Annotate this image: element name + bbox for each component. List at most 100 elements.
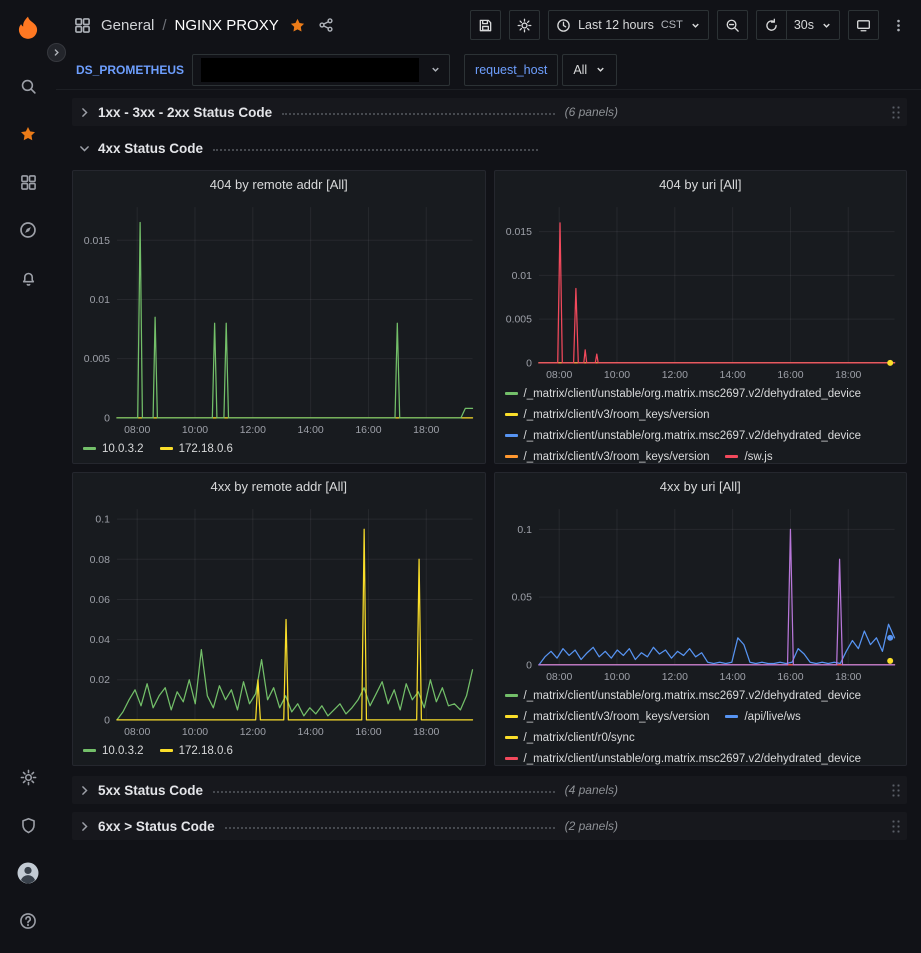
panel-chart[interactable]: 08:0010:0012:0014:0016:0018:0000.020.040… <box>73 499 485 740</box>
refresh-interval-dropdown[interactable]: 30s <box>787 10 840 40</box>
legend-item[interactable]: /_matrix/client/r0/sync <box>505 732 635 744</box>
row-dots-leader <box>282 113 555 115</box>
legend-item[interactable]: 172.18.0.6 <box>160 443 233 455</box>
alerting-bell-icon[interactable] <box>4 254 52 302</box>
panel-header[interactable]: 404 by uri [All] <box>495 171 907 197</box>
panel-legend: /_matrix/client/unstable/org.matrix.msc2… <box>495 685 907 765</box>
legend-label: /_matrix/client/unstable/org.matrix.msc2… <box>524 388 862 400</box>
dashboards-icon[interactable] <box>4 158 52 206</box>
svg-text:0: 0 <box>104 413 110 424</box>
dashboard-canvas: 1xx - 3xx - 2xx Status Code (6 panels) 4… <box>56 90 921 953</box>
legend-item[interactable]: /_matrix/client/unstable/org.matrix.msc2… <box>505 430 862 442</box>
svg-text:08:00: 08:00 <box>124 425 150 436</box>
svg-text:16:00: 16:00 <box>777 672 803 683</box>
dashboard-settings-button[interactable] <box>509 10 540 40</box>
page-title: NGINX PROXY <box>175 17 279 34</box>
panel: 404 by remote addr [All] 08:0010:0012:00… <box>72 170 486 464</box>
svg-text:18:00: 18:00 <box>413 425 439 436</box>
svg-text:18:00: 18:00 <box>413 727 439 738</box>
legend-item[interactable]: /_matrix/client/unstable/org.matrix.msc2… <box>505 753 862 765</box>
legend-item[interactable]: /_matrix/client/unstable/org.matrix.msc2… <box>505 388 862 400</box>
time-range-picker[interactable]: Last 12 hours CST <box>548 10 709 40</box>
row-drag-handle[interactable] <box>891 105 901 120</box>
user-avatar[interactable] <box>4 849 52 897</box>
favorite-star-icon[interactable] <box>287 15 308 36</box>
help-icon[interactable] <box>4 897 52 945</box>
share-icon[interactable] <box>316 15 336 35</box>
svg-text:18:00: 18:00 <box>835 672 861 683</box>
refresh-icon <box>764 18 779 33</box>
main-area: General / NGINX PROXY <box>56 0 921 953</box>
legend-item[interactable]: /_matrix/client/v3/room_keys/version <box>505 409 710 421</box>
svg-text:14:00: 14:00 <box>719 370 745 381</box>
panel-header[interactable]: 4xx by uri [All] <box>495 473 907 499</box>
legend-item[interactable]: 10.0.3.2 <box>83 745 144 757</box>
legend-row: /_matrix/client/unstable/org.matrix.msc2… <box>505 425 897 446</box>
search-icon[interactable] <box>4 62 52 110</box>
row-5xx[interactable]: 5xx Status Code (4 panels) <box>72 776 907 804</box>
legend-label: 10.0.3.2 <box>102 443 144 455</box>
legend-item[interactable]: 10.0.3.2 <box>83 443 144 455</box>
row-4xx[interactable]: 4xx Status Code <box>72 134 907 162</box>
legend-swatch <box>505 434 518 437</box>
svg-text:0.02: 0.02 <box>90 675 111 686</box>
legend-item[interactable]: /_matrix/client/unstable/org.matrix.msc2… <box>505 690 862 702</box>
panel-chart[interactable]: 08:0010:0012:0014:0016:0018:0000.0050.01… <box>495 197 907 383</box>
row-panel-count: (4 panels) <box>565 783 618 797</box>
legend-row: /_matrix/client/v3/room_keys/version/api… <box>505 706 897 727</box>
svg-text:0.01: 0.01 <box>511 271 532 282</box>
explore-compass-icon[interactable] <box>4 206 52 254</box>
panel-header[interactable]: 4xx by remote addr [All] <box>73 473 485 499</box>
settings-gear-icon[interactable] <box>4 753 52 801</box>
cycle-view-mode-button[interactable] <box>848 10 879 40</box>
svg-text:16:00: 16:00 <box>777 370 803 381</box>
svg-text:08:00: 08:00 <box>124 727 150 738</box>
request-host-value: All <box>573 63 587 77</box>
svg-text:0.005: 0.005 <box>84 354 110 365</box>
svg-text:0: 0 <box>526 358 532 369</box>
grafana-logo[interactable] <box>4 6 52 50</box>
row-6xx[interactable]: 6xx > Status Code (2 panels) <box>72 812 907 840</box>
refresh-group: 30s <box>756 10 840 40</box>
zoom-out-icon <box>725 18 740 33</box>
panel-chart[interactable]: 08:0010:0012:0014:0016:0018:0000.0050.01… <box>73 197 485 438</box>
zoom-out-button[interactable] <box>717 10 748 40</box>
row-1xx-3xx-2xx[interactable]: 1xx - 3xx - 2xx Status Code (6 panels) <box>72 98 907 126</box>
datasource-variable-label[interactable]: DS_PROMETHEUS <box>72 63 188 77</box>
panel-legend: /_matrix/client/unstable/org.matrix.msc2… <box>495 383 907 463</box>
request-host-select[interactable]: All <box>562 54 617 86</box>
panel-title: 404 by uri [All] <box>659 177 741 192</box>
breadcrumb-folder[interactable]: General <box>101 17 154 34</box>
clock-icon <box>556 18 571 33</box>
legend-item[interactable]: /sw.js <box>725 451 772 463</box>
panel-header[interactable]: 404 by remote addr [All] <box>73 171 485 197</box>
starred-dashboards-icon[interactable] <box>4 110 52 158</box>
datasource-select[interactable] <box>192 54 450 86</box>
legend-item[interactable]: /_matrix/client/v3/room_keys/version <box>505 711 710 723</box>
legend-label: /_matrix/client/unstable/org.matrix.msc2… <box>524 430 862 442</box>
svg-text:16:00: 16:00 <box>355 727 381 738</box>
legend-label: /_matrix/client/r0/sync <box>524 732 635 744</box>
row-drag-handle[interactable] <box>891 819 901 834</box>
legend-swatch <box>505 715 518 718</box>
server-admin-shield-icon[interactable] <box>4 801 52 849</box>
legend-item[interactable]: /api/live/ws <box>725 711 800 723</box>
legend-row: /_matrix/client/v3/room_keys/version/sw.… <box>505 446 897 463</box>
row-panel-count: (6 panels) <box>565 105 618 119</box>
legend-item[interactable]: /_matrix/client/v3/room_keys/version <box>505 451 710 463</box>
time-series-chart: 08:0010:0012:0014:0016:0018:0000.050.1 <box>495 499 907 685</box>
monitor-icon <box>856 18 871 33</box>
svg-text:0.015: 0.015 <box>84 236 110 247</box>
sidebar-expand-button[interactable] <box>47 43 66 62</box>
panel-grid: 404 by remote addr [All] 08:0010:0012:00… <box>72 170 907 766</box>
chevron-right-icon <box>78 106 98 119</box>
save-dashboard-button[interactable] <box>470 10 501 40</box>
refresh-button[interactable] <box>756 10 787 40</box>
legend-item[interactable]: 172.18.0.6 <box>160 745 233 757</box>
panel-chart[interactable]: 08:0010:0012:0014:0016:0018:0000.050.1 <box>495 499 907 685</box>
row-drag-handle[interactable] <box>891 783 901 798</box>
more-options-kebab-icon[interactable] <box>887 10 909 40</box>
chevron-down-icon <box>821 20 832 31</box>
refresh-interval-label: 30s <box>794 18 814 32</box>
grafana-app: General / NGINX PROXY <box>0 0 921 953</box>
